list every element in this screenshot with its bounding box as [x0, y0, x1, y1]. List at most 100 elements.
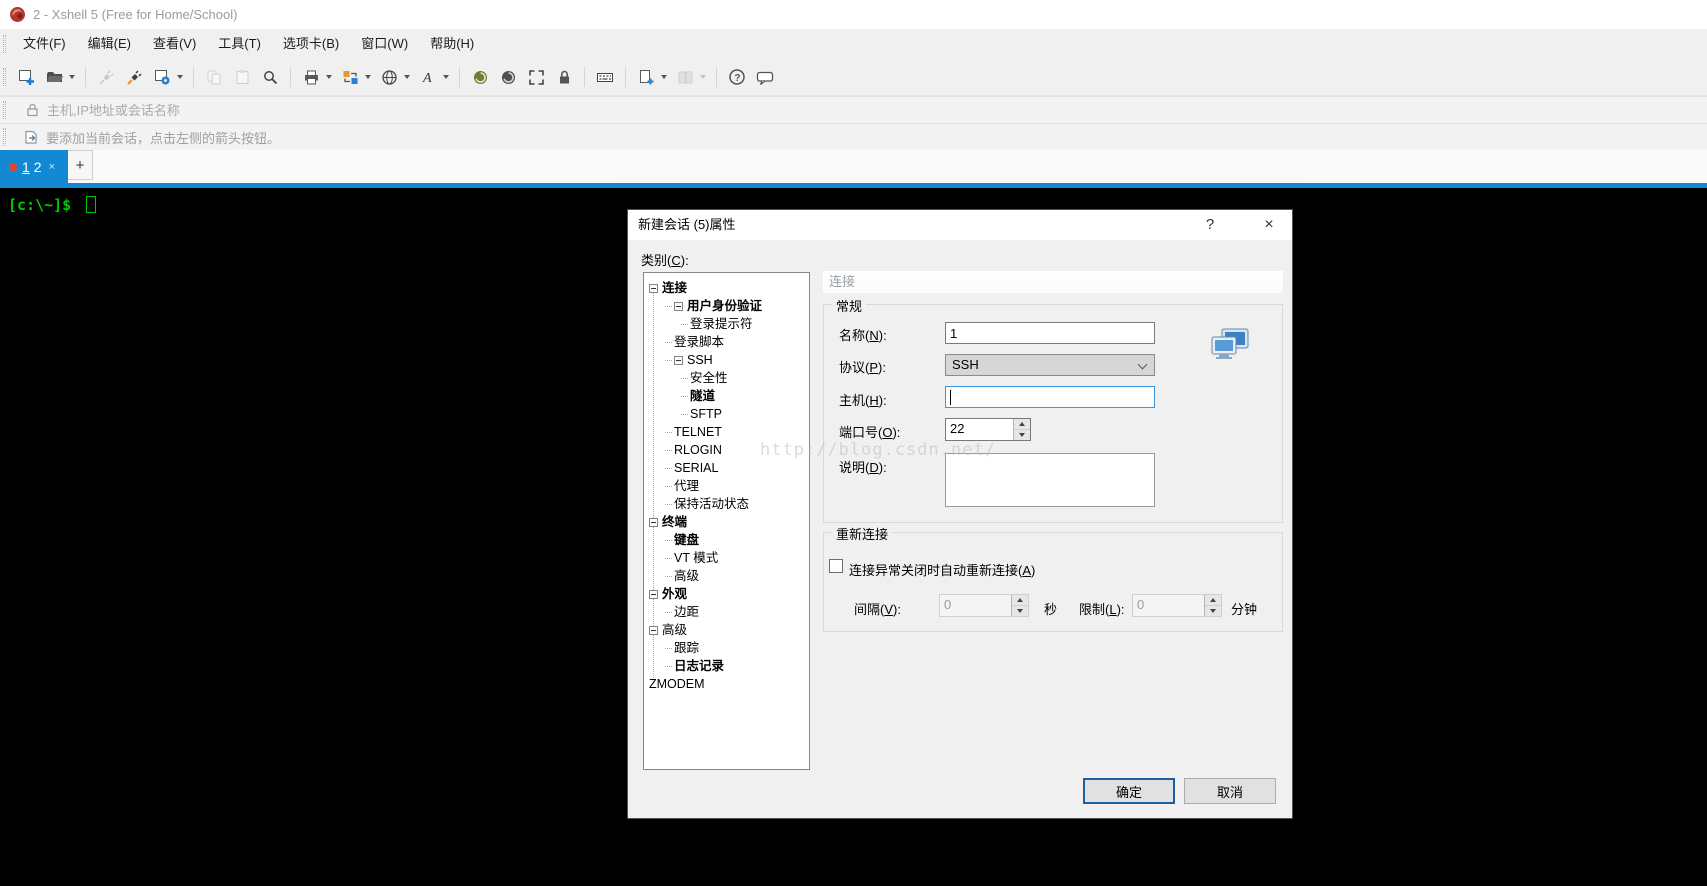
cancel-button[interactable]: 取消 — [1184, 778, 1276, 804]
drag-grip — [3, 68, 6, 86]
find-button[interactable] — [257, 64, 283, 90]
auto-reconnect-checkbox[interactable] — [829, 559, 843, 573]
session-address-input[interactable] — [47, 103, 1707, 118]
svg-text:?: ? — [734, 73, 740, 84]
menu-item[interactable]: 帮助(H) — [419, 29, 485, 59]
menu-item[interactable]: 窗口(W) — [350, 29, 419, 59]
interval-label: 间隔(V): — [854, 599, 901, 618]
open-sessions-button[interactable] — [41, 64, 67, 90]
tab-bar: 1 2 × + — [0, 150, 1707, 183]
xshell-tool-icon[interactable] — [467, 64, 493, 90]
drag-grip — [3, 101, 6, 119]
xagent-tool-icon[interactable] — [495, 64, 521, 90]
session-properties-dialog: 新建会话 (5)属性 ? × 类别(C): 连接用户身份验证登录提示符登录脚本S… — [627, 209, 1293, 819]
terminal-cursor — [86, 196, 96, 213]
transfer-dropdown-icon[interactable] — [365, 75, 371, 79]
copy-button[interactable] — [201, 64, 227, 90]
session-properties-button[interactable] — [149, 64, 175, 90]
dialog-help-button[interactable]: ? — [1198, 210, 1222, 240]
toolbar-separator — [459, 67, 460, 87]
print-button[interactable] — [298, 64, 324, 90]
session-properties-dropdown-icon[interactable] — [177, 75, 183, 79]
window-titlebar: 2 - Xshell 5 (Free for Home/School) — [0, 0, 1707, 29]
virtual-keyboard-button[interactable] — [592, 64, 618, 90]
transfer-button[interactable] — [337, 64, 363, 90]
spin-up-icon[interactable] — [1014, 419, 1030, 430]
paste-button[interactable] — [229, 64, 255, 90]
ok-button[interactable]: 确定 — [1083, 778, 1175, 804]
terminal-prompt: [c:\~]$ — [8, 196, 71, 214]
xshell-window: 2 - Xshell 5 (Free for Home/School) 文件(F… — [0, 0, 1707, 886]
open-sessions-dropdown-icon[interactable] — [69, 75, 75, 79]
interval-unit-label: 秒 — [1044, 599, 1057, 618]
spin-up-icon[interactable] — [1012, 595, 1028, 606]
limit-spinner[interactable]: 0 — [1132, 594, 1222, 617]
spin-down-icon[interactable] — [1012, 606, 1028, 616]
port-value: 22 — [946, 419, 1013, 440]
toolbar: A ? — [0, 59, 1707, 96]
host-label: 主机(H): — [839, 390, 887, 409]
protocol-select[interactable]: SSH — [945, 354, 1155, 376]
tab-close-icon[interactable]: × — [49, 161, 55, 173]
new-terminal-button[interactable] — [633, 64, 659, 90]
select-font-button[interactable]: A — [415, 64, 441, 90]
description-label: 说明(D): — [839, 457, 887, 476]
interval-spinner[interactable]: 0 — [939, 594, 1029, 617]
feedback-button[interactable] — [752, 64, 778, 90]
new-tab-button[interactable]: + — [68, 150, 93, 180]
web-browser-button[interactable] — [376, 64, 402, 90]
description-textarea[interactable] — [945, 453, 1155, 507]
interval-value: 0 — [940, 595, 1011, 616]
spin-down-icon[interactable] — [1205, 606, 1221, 616]
chevron-down-icon — [1138, 360, 1148, 370]
menu-item[interactable]: 编辑(E) — [77, 29, 142, 59]
address-bar — [0, 96, 1707, 123]
new-session-button[interactable] — [13, 64, 39, 90]
quick-add-bar: 要添加当前会话，点击左侧的箭头按钮。 — [0, 123, 1707, 150]
menu-item[interactable]: 文件(F) — [12, 29, 77, 59]
tile-windows-dropdown-icon[interactable] — [700, 75, 706, 79]
web-browser-dropdown-icon[interactable] — [404, 75, 410, 79]
drag-grip — [3, 128, 6, 146]
quick-add-hint: 要添加当前会话，点击左侧的箭头按钮。 — [46, 128, 280, 147]
add-session-icon[interactable] — [24, 130, 38, 145]
tab-index: 1 — [22, 159, 30, 175]
protocol-value: SSH — [952, 357, 979, 372]
lock-screen-button[interactable] — [551, 64, 577, 90]
select-font-dropdown-icon[interactable] — [443, 75, 449, 79]
tile-windows-button[interactable] — [672, 64, 698, 90]
full-screen-button[interactable] — [523, 64, 549, 90]
reconnect-group: 重新连接 连接异常关闭时自动重新连接(A) 间隔(V): 0 秒 限制(L): … — [823, 532, 1283, 632]
toolbar-separator — [193, 67, 194, 87]
menu-item[interactable]: 工具(T) — [207, 29, 272, 59]
toolbar-separator — [584, 67, 585, 87]
dialog-close-button[interactable]: × — [1256, 210, 1282, 240]
new-terminal-dropdown-icon[interactable] — [661, 75, 667, 79]
port-spinner[interactable]: 22 — [945, 418, 1031, 441]
name-label: 名称(N): — [839, 325, 887, 344]
disconnect-button[interactable] — [93, 64, 119, 90]
host-input[interactable] — [945, 386, 1155, 408]
session-status-dot-icon — [9, 163, 17, 171]
connect-button[interactable] — [121, 64, 147, 90]
limit-unit-label: 分钟 — [1231, 599, 1257, 618]
limit-label: 限制(L): — [1079, 599, 1125, 618]
session-tab[interactable]: 1 2 × — [0, 150, 68, 183]
tab-title: 2 — [34, 159, 42, 175]
lock-icon — [26, 103, 39, 117]
text-caret — [950, 390, 951, 405]
toolbar-separator — [85, 67, 86, 87]
toolbar-separator — [290, 67, 291, 87]
menu-item[interactable]: 查看(V) — [142, 29, 207, 59]
computer-icon — [1210, 327, 1250, 361]
spin-up-icon[interactable] — [1205, 595, 1221, 606]
spin-down-icon[interactable] — [1014, 430, 1030, 440]
name-input[interactable] — [945, 322, 1155, 344]
print-dropdown-icon[interactable] — [326, 75, 332, 79]
drag-grip — [3, 35, 6, 53]
menu-item[interactable]: 选项卡(B) — [272, 29, 350, 59]
svg-text:A: A — [422, 71, 432, 86]
help-button[interactable]: ? — [724, 64, 750, 90]
toolbar-separator — [625, 67, 626, 87]
general-group: 常规 名称(N): 协议(P): SSH 主机(H): 端口号(O): 22 — [823, 304, 1283, 523]
